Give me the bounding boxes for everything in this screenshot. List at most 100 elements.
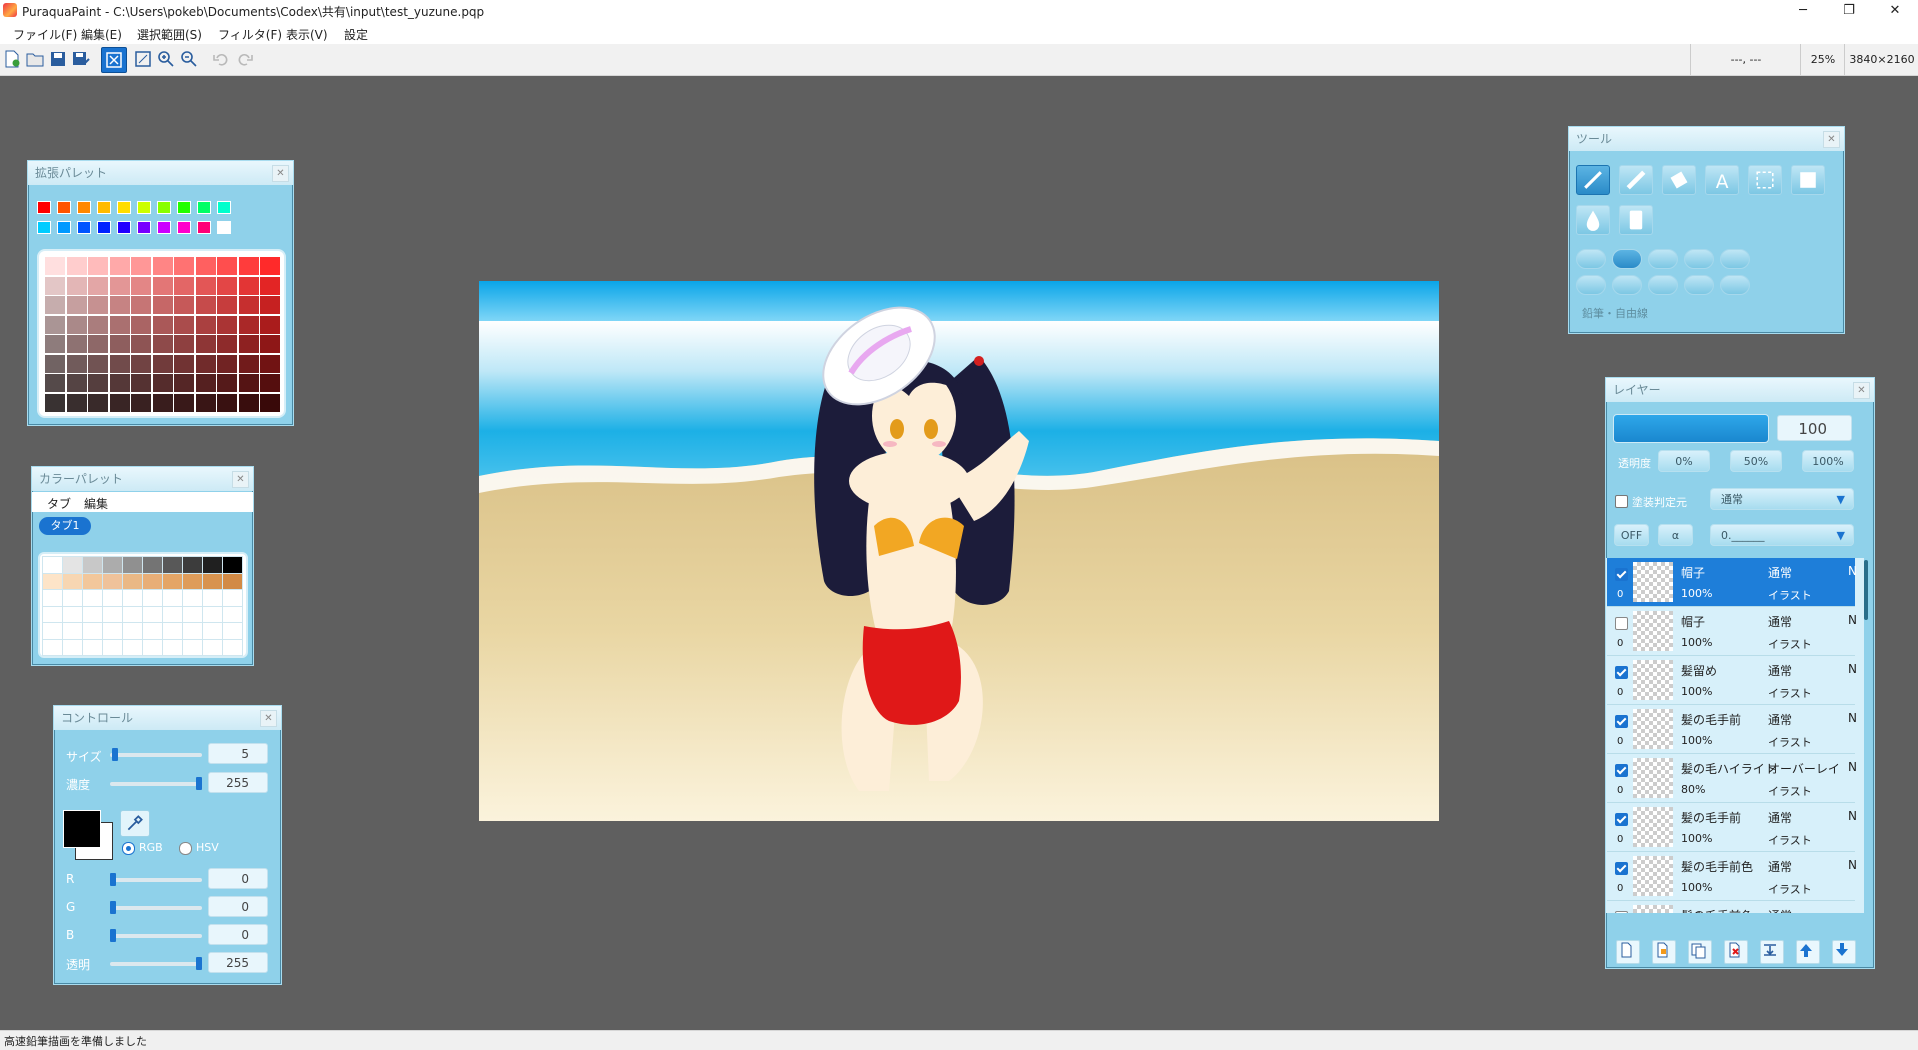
rectangle-line-icon[interactable] <box>1648 249 1678 269</box>
palette-cell[interactable] <box>142 622 163 640</box>
shade-swatch[interactable] <box>174 276 194 295</box>
layer-row[interactable]: 0 髪の毛手前 100% 通常 イラスト N <box>1607 705 1857 754</box>
color-swatch[interactable] <box>97 221 111 234</box>
shade-swatch[interactable] <box>217 315 237 334</box>
clip-source-checkbox[interactable] <box>1615 495 1628 508</box>
layer-visibility-checkbox[interactable] <box>1615 862 1628 875</box>
layer-visibility-checkbox[interactable] <box>1615 617 1628 630</box>
shade-swatch[interactable] <box>195 276 216 295</box>
palette-cell[interactable] <box>222 589 243 607</box>
shade-swatch[interactable] <box>88 296 108 314</box>
shade-swatch[interactable] <box>66 374 87 392</box>
close-icon[interactable]: ✕ <box>1853 382 1870 399</box>
layer-name-field[interactable] <box>1613 414 1769 443</box>
g-field[interactable]: 0 <box>208 896 268 917</box>
palette-cell[interactable] <box>42 605 63 623</box>
shade-swatch[interactable] <box>131 276 151 295</box>
shade-swatch[interactable] <box>195 296 216 314</box>
color-swatch[interactable] <box>157 221 171 234</box>
shade-swatch[interactable] <box>88 257 108 275</box>
shade-swatch[interactable] <box>152 257 173 275</box>
b-slider[interactable] <box>110 929 202 942</box>
color-swatch[interactable] <box>137 221 151 234</box>
color-swatch[interactable] <box>57 221 71 234</box>
shade-swatch[interactable] <box>66 354 87 373</box>
shade-swatch[interactable] <box>260 393 280 412</box>
shade-swatch[interactable] <box>174 296 194 314</box>
shade-swatch[interactable] <box>66 296 87 314</box>
shade-swatch[interactable] <box>88 354 108 373</box>
palette-cell[interactable] <box>62 572 83 590</box>
save-as-icon[interactable] <box>72 50 90 68</box>
palette-cell[interactable] <box>42 638 63 656</box>
shade-swatch[interactable] <box>88 315 108 334</box>
shade-swatch[interactable] <box>260 296 280 314</box>
shade-swatch[interactable] <box>45 296 65 314</box>
shade-swatch[interactable] <box>195 257 216 275</box>
palette-cell[interactable] <box>142 556 163 574</box>
shade-swatch[interactable] <box>260 257 280 275</box>
maximize-button[interactable]: ❐ <box>1826 0 1872 22</box>
shade-swatch[interactable] <box>238 257 259 275</box>
palette-cell[interactable] <box>182 556 203 574</box>
shade-grid[interactable] <box>37 249 286 418</box>
mask-select[interactable]: 0.______ ▼ <box>1710 524 1854 546</box>
tab-1[interactable]: タブ1 <box>39 517 91 535</box>
select-rect-tool-icon[interactable] <box>1748 165 1782 195</box>
brush-tool-icon[interactable] <box>1619 165 1653 195</box>
palette-cell[interactable] <box>42 622 63 640</box>
palette-cell[interactable] <box>202 589 223 607</box>
palette-cell[interactable] <box>222 572 243 590</box>
zoom-out-icon[interactable] <box>180 50 198 68</box>
shade-swatch[interactable] <box>131 354 151 373</box>
hsv-radio[interactable] <box>179 842 192 855</box>
palette-cell[interactable] <box>142 605 163 623</box>
shade-swatch[interactable] <box>152 335 173 353</box>
menu-file[interactable]: ファイル(F) <box>13 26 77 43</box>
new-folder-layer-icon[interactable] <box>1652 940 1676 964</box>
shade-swatch[interactable] <box>217 393 237 412</box>
rgb-radio[interactable] <box>122 842 135 855</box>
layer-row[interactable]: 0 髪留め 100% 通常 イラスト N <box>1607 656 1857 705</box>
shade-swatch[interactable] <box>152 315 173 334</box>
shade-swatch[interactable] <box>131 296 151 314</box>
layer-row[interactable]: 0 髪の毛ハイライト 80% オーバーレイ イラスト N <box>1607 754 1857 803</box>
palette-cell[interactable] <box>122 622 143 640</box>
merge-layer-icon[interactable] <box>1760 940 1784 964</box>
palette-cell[interactable] <box>182 605 203 623</box>
palette-cell[interactable] <box>162 589 183 607</box>
palette-cell[interactable] <box>62 589 83 607</box>
color-swatch[interactable] <box>217 201 231 214</box>
filled-rectangle-icon[interactable] <box>1684 249 1714 269</box>
g-slider-knob[interactable] <box>110 901 116 914</box>
palette-cell[interactable] <box>182 622 203 640</box>
shade-swatch[interactable] <box>174 374 194 392</box>
shade-swatch[interactable] <box>45 335 65 353</box>
alpha-lock-button[interactable]: α <box>1658 524 1693 546</box>
shade-swatch[interactable] <box>260 354 280 373</box>
polyline-icon[interactable] <box>1612 275 1642 295</box>
shade-swatch[interactable] <box>131 257 151 275</box>
minimize-button[interactable]: ─ <box>1780 0 1826 22</box>
shade-swatch[interactable] <box>109 335 130 353</box>
tab-menu[interactable]: タブ <box>47 495 71 512</box>
delete-layer-icon[interactable] <box>1724 940 1748 964</box>
shade-swatch[interactable] <box>174 257 194 275</box>
shade-swatch[interactable] <box>88 393 108 412</box>
palette-cell[interactable] <box>42 589 63 607</box>
palette-cell[interactable] <box>162 556 183 574</box>
shade-swatch[interactable] <box>131 374 151 392</box>
freehand-line-icon[interactable] <box>1576 249 1606 269</box>
color-swatch[interactable] <box>197 201 211 214</box>
open-folder-icon[interactable] <box>26 50 44 68</box>
zoom-in-icon[interactable] <box>157 50 175 68</box>
shade-swatch[interactable] <box>66 257 87 275</box>
menu-settings[interactable]: 設定 <box>344 26 368 43</box>
shade-swatch[interactable] <box>109 354 130 373</box>
palette-cell[interactable] <box>102 622 123 640</box>
shade-swatch[interactable] <box>195 374 216 392</box>
opacity-preset-0[interactable]: 0% <box>1658 450 1710 472</box>
palette-cell[interactable] <box>42 556 63 574</box>
palette-cell[interactable] <box>202 622 223 640</box>
straight-line-icon[interactable] <box>1612 249 1642 269</box>
